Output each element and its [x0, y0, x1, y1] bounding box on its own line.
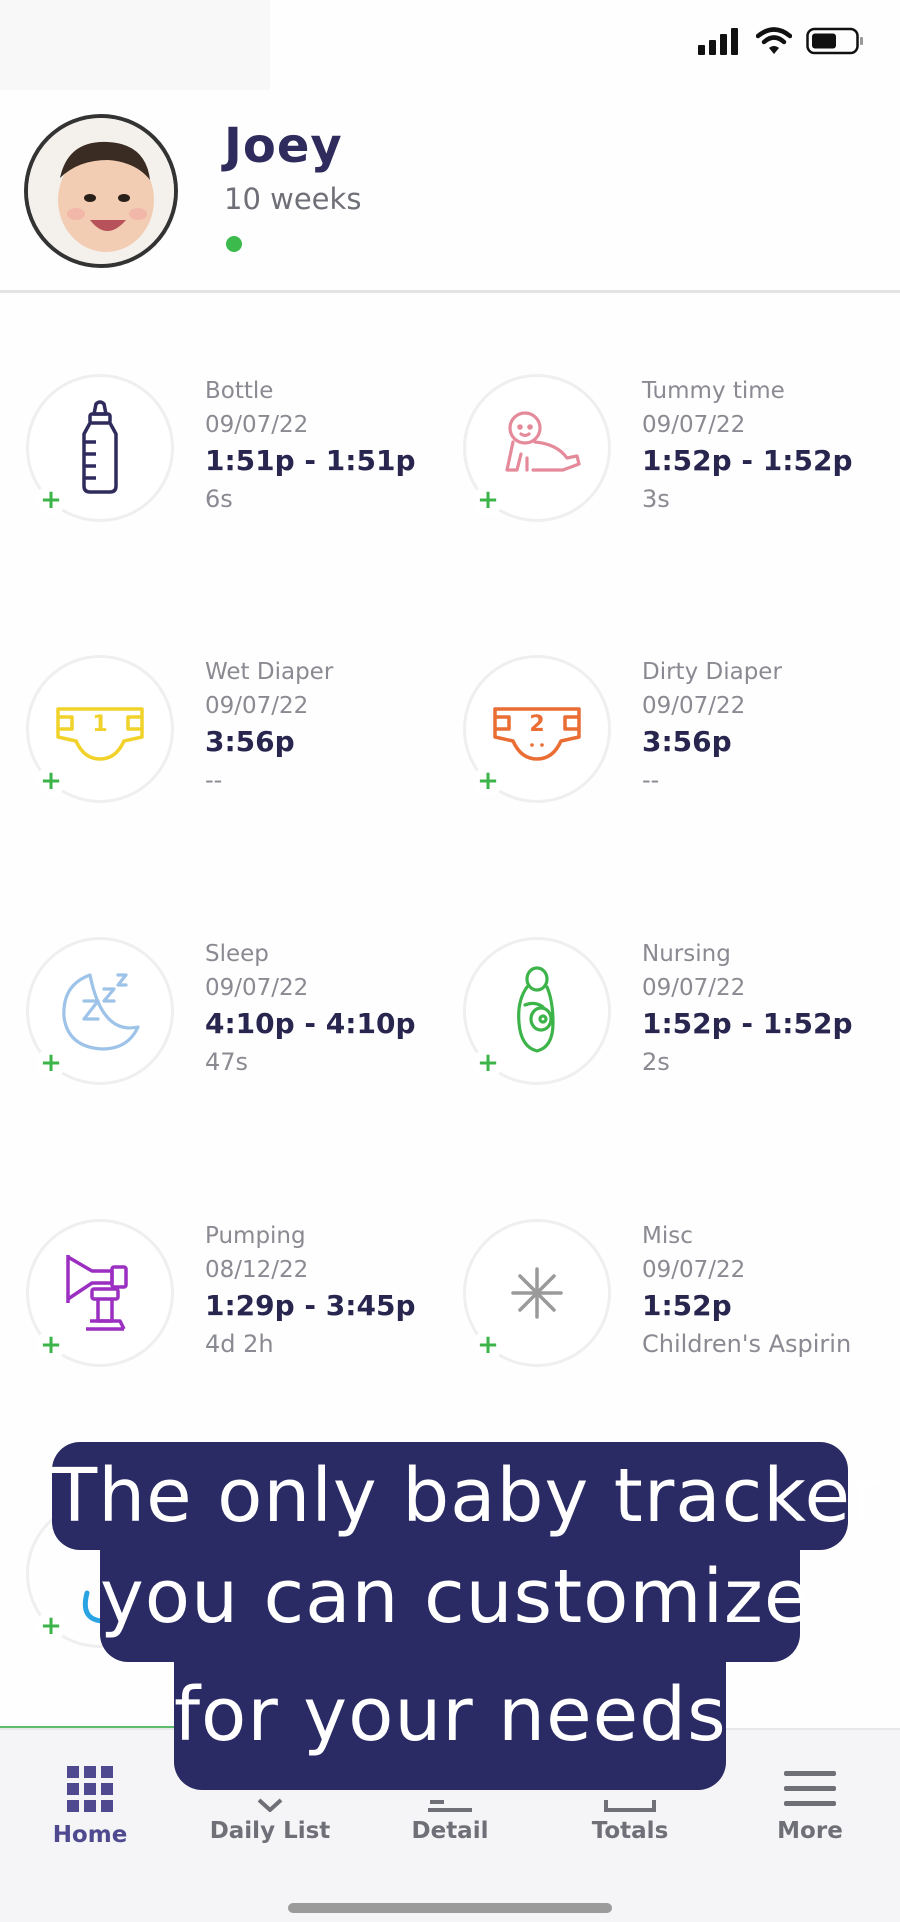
- tile-name: Pumping: [205, 1223, 306, 1249]
- tile-time: 3:56p: [205, 725, 295, 758]
- add-partial-button[interactable]: +: [36, 1611, 66, 1641]
- baby-photo-icon: [28, 118, 174, 264]
- add-tummy-time-button[interactable]: +: [473, 485, 503, 515]
- nav-label: Home: [52, 1822, 128, 1848]
- tile-date: 09/07/22: [642, 975, 746, 1001]
- tile-pumping[interactable]: + Pumping 08/12/22 1:29p - 3:45p 4d 2h: [26, 1219, 456, 1389]
- tile-tummy-time[interactable]: + Tummy time 09/07/22 1:52p - 1:52p 3s: [463, 374, 893, 544]
- promo-banner-line-1: The only baby tracker: [52, 1442, 881, 1550]
- add-pumping-button[interactable]: +: [36, 1330, 66, 1360]
- nursing-icon: [517, 966, 555, 1053]
- tile-date: 08/12/22: [205, 1257, 309, 1283]
- wifi-icon: [756, 27, 792, 54]
- tile-name: Dirty Diaper: [642, 659, 782, 685]
- svg-text:1: 1: [92, 712, 107, 737]
- tile-name: Nursing: [642, 941, 731, 967]
- tile-time: 4:10p - 4:10p: [205, 1007, 416, 1040]
- tile-time: 1:51p - 1:51p: [205, 444, 416, 477]
- tile-name: Bottle: [205, 378, 274, 404]
- tile-time: 3:56p: [642, 725, 732, 758]
- tile-nursing[interactable]: + Nursing 09/07/22 1:52p - 1:52p 2s: [463, 937, 893, 1107]
- tile-duration: 2s: [642, 1048, 670, 1076]
- tile-dirty-diaper[interactable]: 2 + Dirty Diaper 09/07/22 3:56p --: [463, 655, 893, 825]
- nav-label: Daily List: [209, 1818, 331, 1844]
- promo-banner-line-2: you can customize: [100, 1542, 809, 1662]
- add-bottle-button[interactable]: +: [36, 485, 66, 515]
- tile-duration: --: [205, 766, 223, 794]
- nav-label: More: [777, 1818, 843, 1844]
- breast-pump-icon: [66, 1255, 128, 1331]
- signal-icon: [698, 28, 738, 55]
- tile-name: Sleep: [205, 941, 269, 967]
- diaper-2-icon: 2: [493, 707, 581, 761]
- add-dirty-diaper-button[interactable]: +: [473, 766, 503, 796]
- profile-age: 10 weeks: [224, 182, 362, 216]
- tile-duration: 6s: [205, 485, 233, 513]
- tile-date: 09/07/22: [642, 1257, 746, 1283]
- tile-bottle[interactable]: + Bottle 09/07/22 1:51p - 1:51p 6s: [26, 374, 456, 544]
- tile-name: Tummy time: [642, 378, 785, 404]
- bottle-icon: [82, 400, 118, 494]
- tile-note: Children's Aspirin: [642, 1330, 852, 1358]
- diaper-1-icon: 1: [56, 707, 144, 761]
- menu-icon: [784, 1771, 836, 1806]
- nav-label: Detail: [411, 1818, 489, 1844]
- tile-wet-diaper[interactable]: 1 + Wet Diaper 09/07/22 3:56p --: [26, 655, 456, 825]
- home-indicator[interactable]: [288, 1903, 612, 1913]
- tile-time: 1:52p - 1:52p: [642, 1007, 853, 1040]
- battery-icon: [806, 27, 863, 55]
- tile-duration: --: [642, 766, 660, 794]
- baby-crawling-icon: [505, 411, 581, 472]
- avatar[interactable]: [24, 114, 178, 268]
- grid-icon: [67, 1766, 113, 1812]
- tile-time: 1:52p: [642, 1289, 732, 1322]
- tile-date: 09/07/22: [205, 412, 309, 438]
- add-nursing-button[interactable]: +: [473, 1048, 503, 1078]
- tile-time: 1:52p - 1:52p: [642, 444, 853, 477]
- tile-date: 09/07/22: [642, 693, 746, 719]
- tile-date: 09/07/22: [205, 693, 309, 719]
- nav-more[interactable]: More: [720, 1730, 900, 1870]
- nav-home[interactable]: Home: [0, 1730, 180, 1870]
- tile-duration: 47s: [205, 1048, 249, 1076]
- tile-duration: 3s: [642, 485, 670, 513]
- tile-time: 1:29p - 3:45p: [205, 1289, 416, 1322]
- tile-name: Misc: [642, 1223, 693, 1249]
- tile-date: 09/07/22: [205, 975, 309, 1001]
- add-misc-button[interactable]: +: [473, 1330, 503, 1360]
- online-status-dot: [226, 236, 242, 252]
- promo-banner-line-3: for your needs: [174, 1660, 726, 1790]
- tile-sleep[interactable]: + Sleep 09/07/22 4:10p - 4:10p 47s: [26, 937, 456, 1107]
- svg-text:2: 2: [529, 712, 544, 737]
- profile-header[interactable]: Joey 10 weeks: [0, 92, 900, 293]
- status-icons: [698, 24, 864, 58]
- add-wet-diaper-button[interactable]: +: [36, 766, 66, 796]
- status-left-area: [0, 0, 270, 90]
- tile-duration: 4d 2h: [205, 1330, 274, 1358]
- tile-misc[interactable]: + Misc 09/07/22 1:52p Children's Aspirin: [463, 1219, 893, 1389]
- add-sleep-button[interactable]: +: [36, 1048, 66, 1078]
- profile-name: Joey: [224, 118, 343, 174]
- tile-date: 09/07/22: [642, 412, 746, 438]
- asterisk-icon: [511, 1267, 563, 1319]
- status-bar: [0, 0, 900, 92]
- tile-name: Wet Diaper: [205, 659, 334, 685]
- moon-zzz-icon: [62, 973, 140, 1051]
- nav-label: Totals: [591, 1818, 669, 1844]
